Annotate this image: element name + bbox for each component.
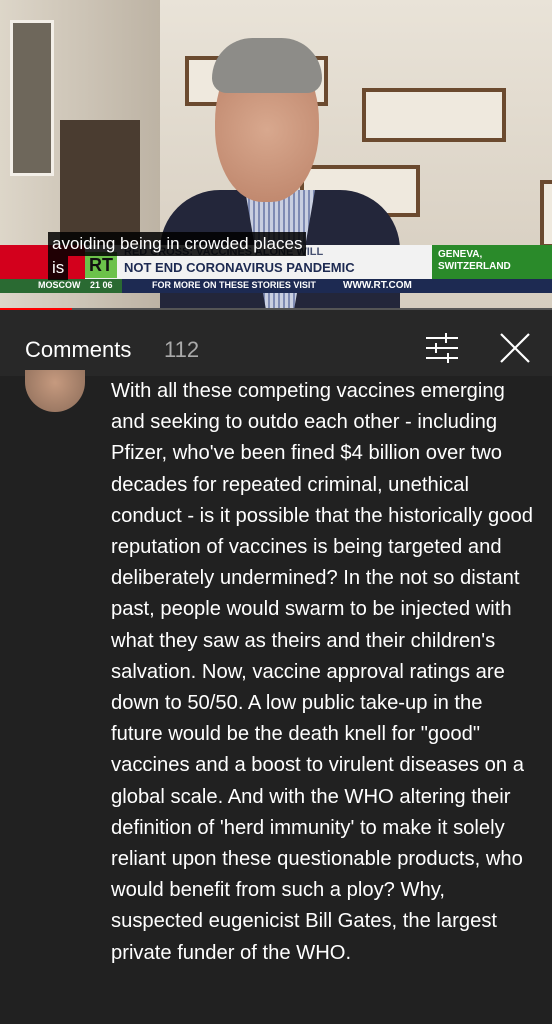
- ticker-city: MOSCOW: [38, 280, 81, 290]
- ticker-time: 21 06: [90, 280, 113, 290]
- captions: avoiding being in crowded places is: [48, 232, 307, 280]
- avatar[interactable]: [25, 370, 85, 412]
- window-pane: [10, 20, 54, 176]
- video-player[interactable]: RT RED CROSS: VACCINES ALONE WILL NOT EN…: [0, 0, 552, 310]
- ticker-url: WWW.RT.COM: [343, 280, 412, 291]
- speaker-hair: [212, 38, 322, 93]
- location-line1: GENEVA,: [438, 249, 483, 260]
- background-shelf: [60, 120, 140, 250]
- sort-filter-icon[interactable]: [424, 332, 460, 364]
- location-badge: GENEVA, SWITZERLAND: [432, 245, 552, 279]
- caption-line-1: avoiding being in crowded places: [48, 232, 307, 256]
- comments-count: 112: [164, 337, 200, 362]
- caption-line-2: is: [48, 256, 69, 280]
- ticker-text: FOR MORE ON THESE STORIES VISIT: [152, 280, 316, 290]
- picture-frame: [540, 180, 552, 248]
- close-icon[interactable]: [497, 330, 533, 366]
- picture-frame: [362, 88, 506, 142]
- location-line2: SWITZERLAND: [438, 261, 511, 272]
- comments-title: Comments: [25, 337, 132, 362]
- comment-text: With all these competing vaccines emergi…: [111, 380, 533, 964]
